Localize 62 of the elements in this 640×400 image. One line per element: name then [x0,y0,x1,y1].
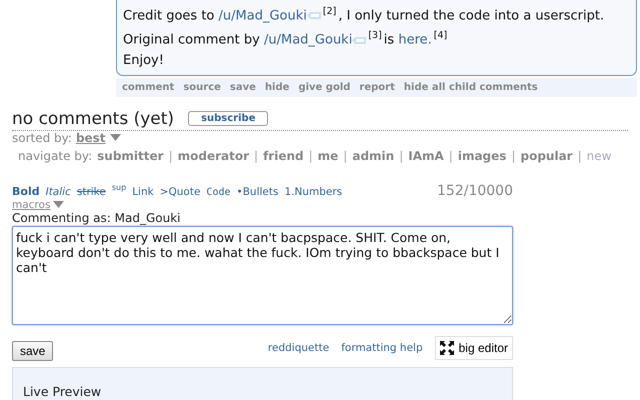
navigate-link[interactable]: submitter [97,148,164,163]
big-editor-button[interactable]: big editor [434,336,513,360]
comment-text: Enjoy! [123,52,164,68]
navigate-link[interactable]: me [318,148,338,163]
separator: | [399,148,404,163]
separator: | [578,148,582,163]
dropdown-caret-icon [53,201,64,208]
preview-title: Live Preview [23,384,102,399]
comment-action-link[interactable]: report [359,82,395,93]
separator: | [254,148,258,163]
comment-action-link[interactable]: hide all child comments [404,82,538,93]
format-button[interactable]: Bold [12,184,40,198]
sort-label: sorted by: [12,130,72,145]
comment-text: is [384,32,396,48]
commenting-as-label: Commenting as: Mad_Gouki [12,210,182,225]
separator: | [343,148,348,163]
navigate-label: navigate by: [18,148,92,163]
footnote-mark: [4] [434,30,448,42]
comments-heading: no comments (yet) [12,108,174,129]
separator: | [168,148,173,163]
format-button[interactable]: strike [76,186,106,198]
comment-action-link[interactable]: source [183,82,221,93]
tag-icon [352,36,366,44]
character-counter: 152/10000 [437,182,513,199]
separator: | [511,148,516,163]
dropdown-caret-icon [110,134,121,142]
here-link[interactable]: here. [398,32,432,48]
save-button[interactable]: save [12,340,54,361]
macros-dropdown[interactable]: macros [12,198,50,211]
tag-icon [306,12,321,20]
navigate-link[interactable]: friend [263,148,304,163]
subscribe-button[interactable]: subscribe [188,111,268,126]
format-button[interactable]: Link [132,186,154,198]
navigate-link[interactable]: popular [520,148,573,163]
help-link[interactable]: reddiquette [268,342,330,354]
navigate-link[interactable]: images [458,148,506,163]
footnote-mark: [2] [322,6,336,17]
format-button[interactable]: 1.Numbers [284,186,342,198]
navigate-link[interactable]: admin [352,148,394,163]
format-button[interactable]: Italic [46,186,71,198]
format-button[interactable]: sup [112,182,126,192]
comment-text: , I only turned the code into a userscript. [338,8,604,24]
comment-input-field[interactable]: fuck i can't type very well and now I can't bacpspace. SHIT. Come on, keyboard don't do this to me. wahat the fuck. IOm trying to bbackspace but I can't [12,226,513,325]
comment-action-link[interactable]: give gold [298,82,350,93]
format-button[interactable]: Code [206,186,231,198]
help-link[interactable]: formatting help [341,342,423,354]
expand-icon [440,340,454,355]
comment-action-link[interactable]: hide [264,82,290,93]
separator: | [308,148,313,163]
navigate-link[interactable]: IAmA [408,148,444,163]
username-link[interactable]: /u/Mad_Gouki [264,32,352,48]
comment-action-link[interactable]: comment [122,82,174,93]
footnote-mark: [3] [368,30,382,42]
format-button[interactable]: >Quote [160,186,200,198]
comment-text: Credit goes to [123,8,216,24]
format-button[interactable]: •Bullets [236,186,278,198]
username-link[interactable]: /u/Mad_Gouki [218,8,307,24]
separator: | [448,148,453,163]
sort-dropdown[interactable]: best [76,130,106,145]
navigate-link[interactable]: moderator [178,148,250,163]
comment-text: Original comment by [123,32,261,48]
comment-action-link[interactable]: save [230,82,256,93]
